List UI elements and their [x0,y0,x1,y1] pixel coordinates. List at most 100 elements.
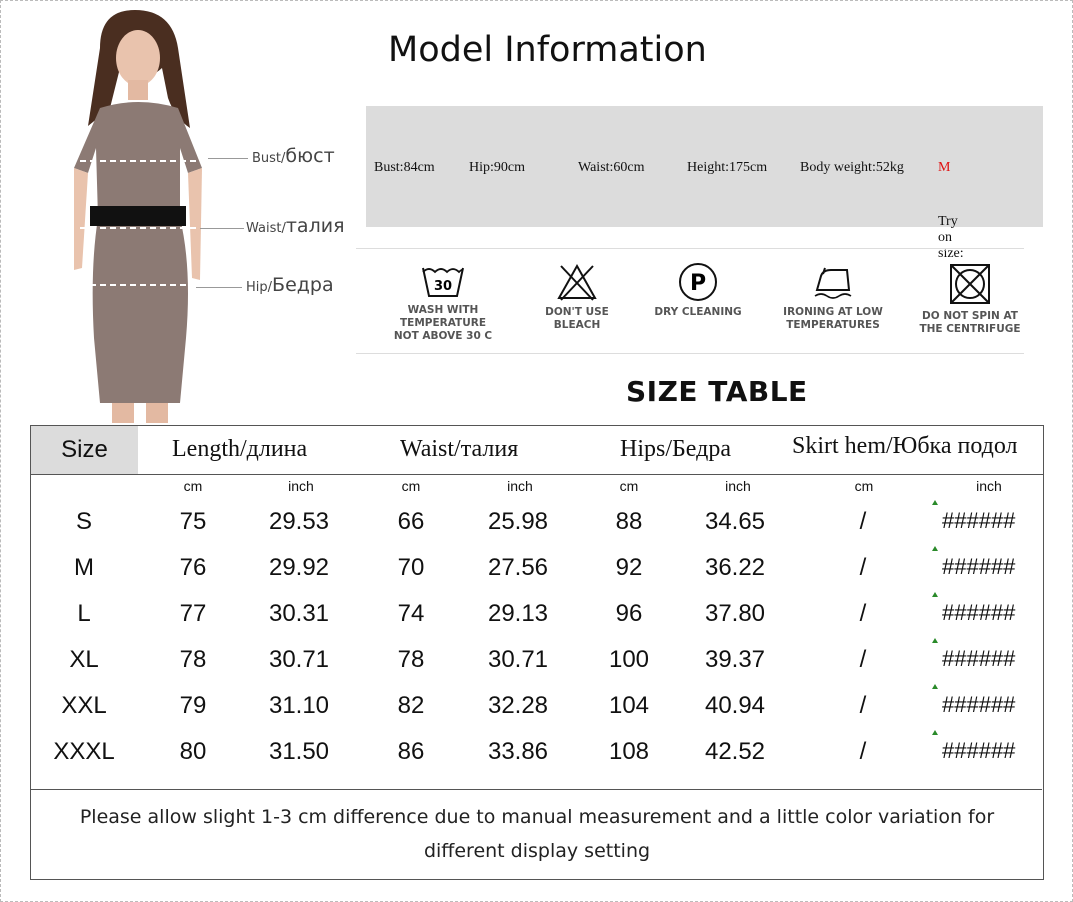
size-label: XL [69,646,99,673]
table-cell: 30.31 [268,600,330,627]
table-cell: 77 [179,600,207,627]
table-cell: 36.22 [704,554,766,581]
wash-30-icon: 30 [422,267,464,297]
table-cell: 29.92 [268,554,330,581]
care-iron-label-2: TEMPERATURES [786,319,880,331]
hip-label-ru: Бедра [272,274,334,296]
unit-label: inch [288,478,314,494]
table-cell: 31.50 [268,738,330,765]
disclaimer-note: Please allow slight 1-3 cm difference du… [79,806,995,862]
header-skirt-hem: Skirt hem/Юбка подол [792,433,1018,459]
table-cell: 29.13 [487,600,549,627]
dry-clean-letter: P [690,271,706,296]
size-label: XXL [61,692,107,719]
table-cell: ###### [942,508,1016,533]
table-cell: ###### [942,600,1016,625]
error-indicator-icon [932,500,938,505]
table-cell: 96 [615,600,643,627]
try-on-size: M [938,160,951,175]
waist-label-en: Waist/ [246,221,286,236]
table-cell: / [859,508,867,535]
table-cell: 78 [397,646,425,673]
table-cell: 33.86 [487,738,549,765]
size-label: S [75,508,93,535]
header-waist: Waist/талия [400,436,519,462]
table-cell: 30.71 [487,646,549,673]
info-height: Height:175cm [687,160,768,175]
model-info-bar: Bust:84cm Hip:90cm Waist:60cm Height:175… [366,106,1043,261]
no-spin-icon [950,264,990,304]
table-cell: 31.10 [268,692,330,719]
care-wash-label-1: WASH WITH TEMPERATURE [400,304,486,329]
table-cell: / [859,554,867,581]
unit-label: cm [619,478,639,494]
table-cell: 27.56 [487,554,549,581]
care-spin-label-1: DO NOT SPIN AT [922,310,1018,322]
table-cell: 86 [397,738,425,765]
error-indicator-icon [932,592,938,597]
care-wash: 30 WASH WITH TEMPERATURE NOT ABOVE 30 C [368,262,518,343]
table-cell: 66 [397,508,425,535]
table-cell: 80 [179,738,207,765]
table-cell: 92 [615,554,643,581]
header-length: Length/длина [172,436,308,462]
error-indicator-icon [932,684,938,689]
unit-label: cm [183,478,203,494]
table-cell: 74 [397,600,425,627]
table-cell: 108 [608,738,650,765]
table-cell: / [859,646,867,673]
table-cell: 39.37 [704,646,766,673]
table-cell: ###### [942,738,1016,763]
care-iron-label-1: IRONING AT LOW [783,306,883,318]
table-cell: 70 [397,554,425,581]
hip-label-en: Hip/ [246,280,273,295]
hip-pointer [196,287,242,288]
unit-label: inch [725,478,751,494]
size-label: M [74,554,94,581]
table-cell: 25.98 [487,508,549,535]
info-weight: Body weight:52kg [800,160,904,175]
care-bleach-label: DON'T USE BLEACH [545,306,609,331]
care-dry-label: DRY CLEANING [654,306,742,318]
wash-temp-text: 30 [434,279,452,294]
table-cell: 30.71 [268,646,330,673]
table-cell: 42.52 [704,738,766,765]
unit-label: cm [401,478,421,494]
table-cell: 75 [179,508,207,535]
no-bleach-icon [557,263,597,301]
bust-callout: Bust/бюст [252,145,335,167]
info-hip: Hip:90cm [469,160,525,175]
error-indicator-icon [932,546,938,551]
size-label: L [77,600,91,627]
bust-pointer [208,158,248,159]
table-cell: 79 [179,692,207,719]
iron-low-icon [814,267,852,299]
table-cell: 29.53 [268,508,330,535]
unit-label: cm [854,478,874,494]
waist-label-ru: талия [285,215,345,237]
care-dry-clean: P DRY CLEANING [650,262,746,319]
table-cell: 40.94 [704,692,766,719]
care-spin-label-2: THE CENTRIFUGE [919,323,1021,335]
table-cell: / [859,692,867,719]
table-cell: ###### [942,646,1016,671]
size-label: XXXL [53,738,115,765]
table-cell: 34.65 [704,508,766,535]
table-cell: / [859,600,867,627]
header-size: Size [31,426,138,474]
table-cell: 104 [608,692,650,719]
care-wash-label-2: NOT ABOVE 30 C [393,330,493,342]
model-photo [70,10,210,423]
waist-callout: Waist/талия [246,215,345,237]
info-try-on: Try on size: M [938,160,964,261]
info-waist: Waist:60cm [578,160,645,175]
size-table-title: SIZE TABLE [626,375,808,408]
table-cell: 100 [608,646,650,673]
table-cell: 82 [397,692,425,719]
table-cell: 37.80 [704,600,766,627]
unit-label: inch [507,478,533,494]
care-spin: DO NOT SPIN AT THE CENTRIFUGE [918,262,1022,336]
page-title: Model Information [388,30,707,70]
info-bust: Bust:84cm [374,160,435,175]
table-cell: 32.28 [487,692,549,719]
